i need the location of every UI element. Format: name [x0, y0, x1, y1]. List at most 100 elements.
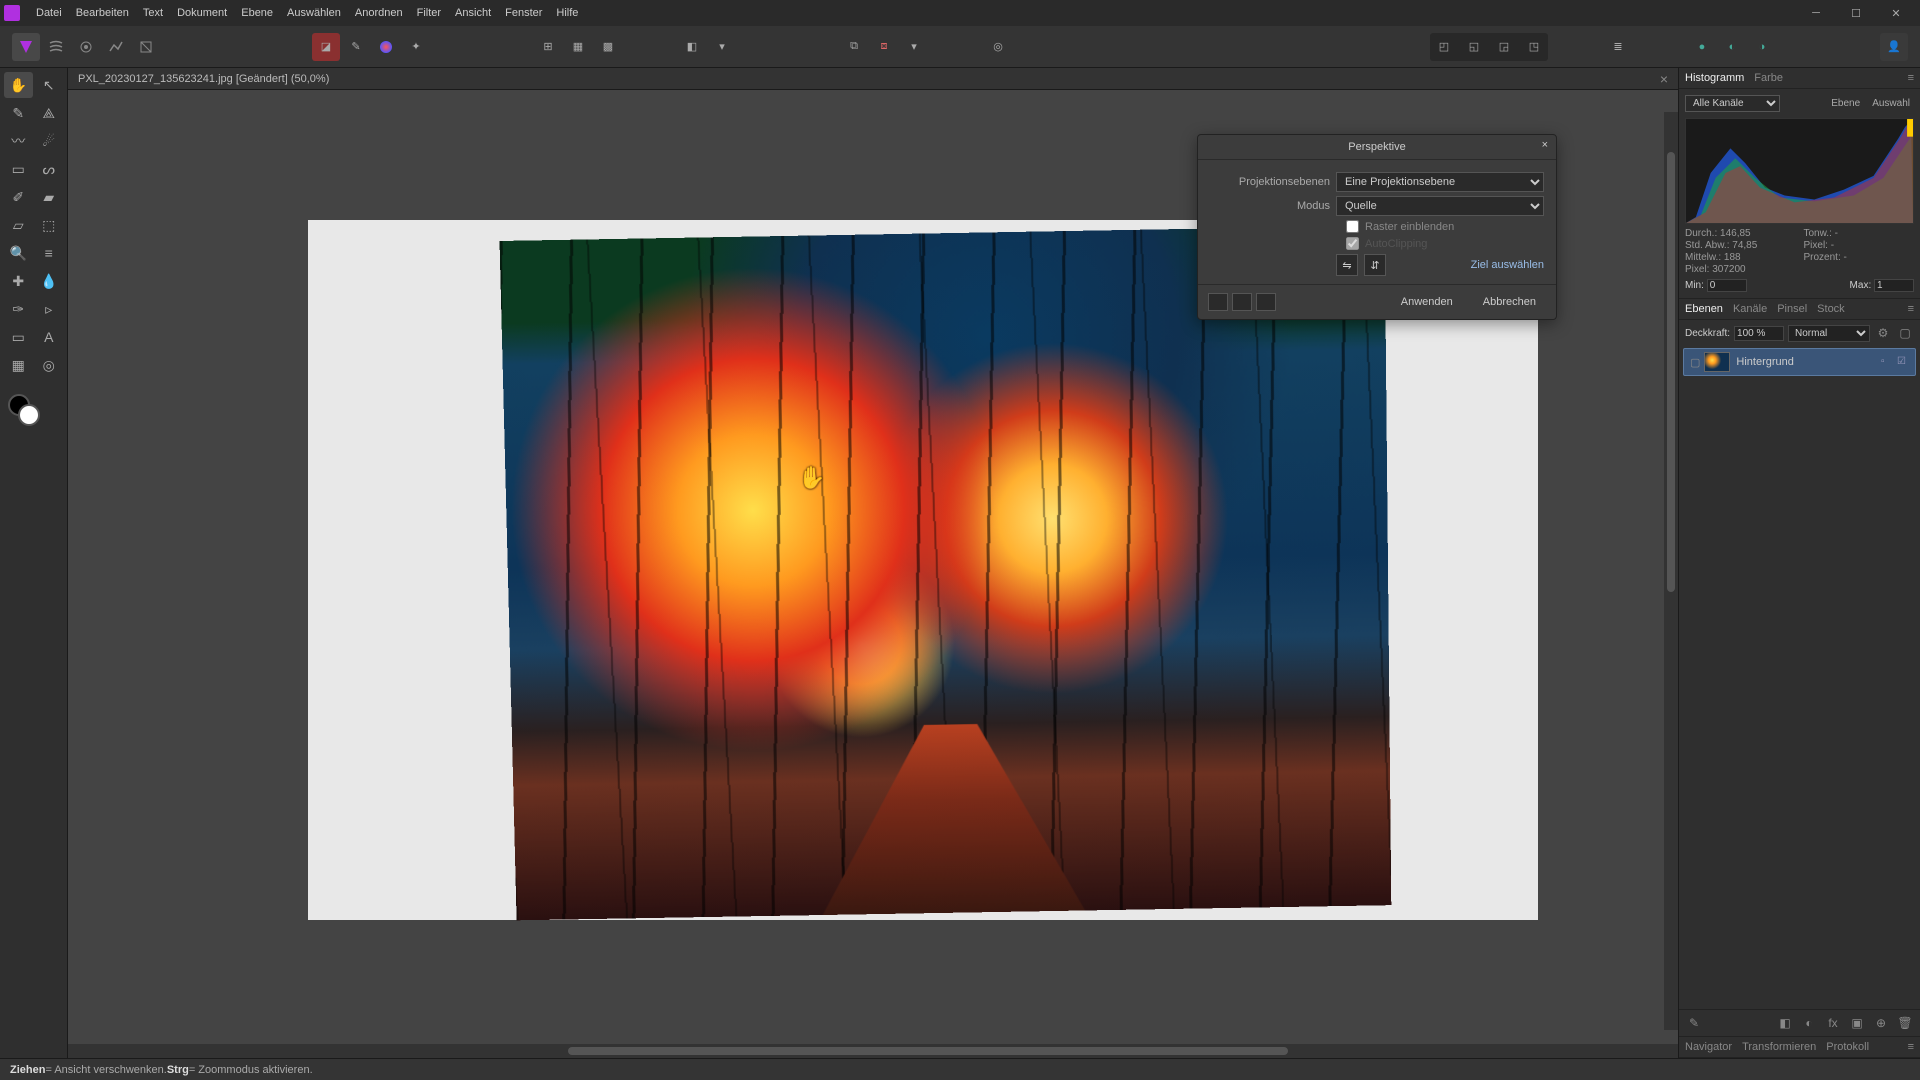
close-tab-icon[interactable]: × [1660, 71, 1668, 87]
beforeafter-2-icon[interactable] [1232, 293, 1252, 311]
maximize-button[interactable]: ☐ [1836, 0, 1876, 26]
color-wheel-icon[interactable] [372, 33, 400, 61]
flood-tool-icon[interactable]: ☄ [35, 128, 64, 154]
layer-check-icon[interactable]: ☑ [1897, 356, 1909, 368]
menu-ansicht[interactable]: Ansicht [455, 7, 491, 19]
persona-export-icon[interactable] [132, 33, 160, 61]
cloud1-icon[interactable]: ● [1688, 33, 1716, 61]
color-swatches[interactable] [4, 390, 63, 430]
tab-stock[interactable]: Stock [1817, 303, 1845, 315]
mesh-tool-icon[interactable]: ▦ [4, 352, 33, 378]
layer-vis-icon[interactable]: ▢ [1690, 356, 1700, 369]
text-tool-icon[interactable]: A [35, 324, 64, 350]
group-icon[interactable]: ▣ [1848, 1014, 1866, 1032]
select-target-link[interactable]: Ziel auswählen [1471, 259, 1544, 271]
clone-tool-icon[interactable]: ⬚ [35, 212, 64, 238]
projection-select[interactable]: Eine Projektionsebene [1336, 172, 1544, 192]
layers-menu-icon[interactable]: ≡ [1908, 303, 1914, 315]
menu-auswaehlen[interactable]: Auswählen [287, 7, 341, 19]
dialog-close-icon[interactable]: × [1542, 139, 1548, 151]
grid-mid-icon[interactable]: ▦ [564, 33, 592, 61]
canvas-hscrollbar[interactable] [68, 1044, 1678, 1058]
heal-tool-icon[interactable]: ✚ [4, 268, 33, 294]
grid-dot-icon[interactable]: ⊞ [534, 33, 562, 61]
freehand-tool-icon[interactable]: ᔕ [35, 156, 64, 182]
chevron-down2-icon[interactable]: ▾ [900, 33, 928, 61]
max-input[interactable] [1874, 279, 1914, 292]
tab-protokoll[interactable]: Protokoll [1826, 1041, 1869, 1053]
zoom-tool-icon[interactable]: 🔍 [4, 240, 33, 266]
menu-filter[interactable]: Filter [417, 7, 441, 19]
front-color-swatch[interactable] [18, 404, 40, 426]
grid-dense-icon[interactable]: ▩ [594, 33, 622, 61]
layer-lock-icon[interactable]: ▫ [1881, 356, 1893, 368]
opacity-input[interactable] [1734, 326, 1784, 341]
hand-tool-icon[interactable]: ✋ [4, 72, 33, 98]
chevron-down-icon[interactable]: ▾ [708, 33, 736, 61]
beforeafter-3-icon[interactable] [1256, 293, 1276, 311]
cloud3-icon[interactable]: ◑ [1748, 33, 1776, 61]
canvas-vscrollbar[interactable] [1664, 112, 1678, 1030]
flip-v-icon[interactable]: ⇵ [1364, 254, 1386, 276]
layer-fx-icon[interactable]: ▢ [1896, 324, 1914, 342]
persona-tone-icon[interactable] [102, 33, 130, 61]
layer-edit-icon[interactable]: ✎ [1685, 1014, 1703, 1032]
blur-tool-icon[interactable]: 💧 [35, 268, 64, 294]
minimize-button[interactable]: ─ [1796, 0, 1836, 26]
mask-icon[interactable]: ◧ [1776, 1014, 1794, 1032]
trash-icon[interactable]: 🗑 [1896, 1014, 1914, 1032]
align-3-icon[interactable]: ◲ [1490, 33, 1518, 61]
stack-icon[interactable]: ⧈ [870, 33, 898, 61]
dialog-titlebar[interactable]: Perspektive × [1198, 135, 1556, 160]
auswahl-button[interactable]: Auswahl [1868, 97, 1914, 110]
nav-menu-icon[interactable]: ≡ [1908, 1041, 1914, 1053]
crop-tool-icon[interactable]: ⟁ [35, 100, 64, 126]
cancel-button[interactable]: Abbrechen [1473, 293, 1546, 311]
adjust-icon[interactable]: ◐ [1800, 1014, 1818, 1032]
menu-bearbeiten[interactable]: Bearbeiten [76, 7, 129, 19]
rect-marquee-tool-icon[interactable]: ▭ [4, 156, 33, 182]
move-tool-icon[interactable]: ↖ [35, 72, 64, 98]
node-tool-icon[interactable]: ▹ [35, 296, 64, 322]
quicklook-icon[interactable]: ◧ [678, 33, 706, 61]
persona-photo-icon[interactable] [12, 33, 40, 61]
crop-icon[interactable]: ⧉ [840, 33, 868, 61]
apply-button[interactable]: Anwenden [1391, 293, 1463, 311]
menu-text[interactable]: Text [143, 7, 163, 19]
tab-histogramm[interactable]: Histogramm [1685, 72, 1744, 84]
tab-ebenen[interactable]: Ebenen [1685, 303, 1723, 315]
tab-transform[interactable]: Transformieren [1742, 1041, 1816, 1053]
colorpicker-tool-icon[interactable]: ✎ [4, 100, 33, 126]
flip-h-icon[interactable]: ⇋ [1336, 254, 1358, 276]
mode-select[interactable]: Quelle [1336, 196, 1544, 216]
menu-anordnen[interactable]: Anordnen [355, 7, 403, 19]
assist-icon[interactable]: ≣ [1604, 33, 1632, 61]
menu-fenster[interactable]: Fenster [505, 7, 542, 19]
layer-item[interactable]: ▢ Hintergrund ▫ ☑ [1683, 348, 1916, 376]
selection-brush-tool-icon[interactable]: 〰 [4, 128, 33, 154]
align-2-icon[interactable]: ◱ [1460, 33, 1488, 61]
stack-tool-icon[interactable]: ≡ [35, 240, 64, 266]
persona-develop-icon[interactable] [72, 33, 100, 61]
document-tab[interactable]: PXL_20230127_135623241.jpg [Geändert] (5… [68, 68, 1678, 90]
align-4-icon[interactable]: ◳ [1520, 33, 1548, 61]
eraser-tool-icon[interactable]: ▱ [4, 212, 33, 238]
photo-icon[interactable]: ◪ [312, 33, 340, 61]
min-input[interactable] [1707, 279, 1747, 292]
addlayer-icon[interactable]: ⊕ [1872, 1014, 1890, 1032]
channel-select[interactable]: Alle Kanäle [1685, 95, 1780, 112]
account-icon[interactable]: 👤 [1880, 33, 1908, 61]
menu-dokument[interactable]: Dokument [177, 7, 227, 19]
shape-tool-icon[interactable]: ▭ [4, 324, 33, 350]
ebene-button[interactable]: Ebene [1827, 97, 1864, 110]
layer-cog-icon[interactable]: ⚙ [1874, 324, 1892, 342]
fill-tool-icon[interactable]: ▰ [35, 184, 64, 210]
close-button[interactable]: ✕ [1876, 0, 1916, 26]
menu-ebene[interactable]: Ebene [241, 7, 273, 19]
grid-checkbox[interactable] [1346, 220, 1359, 233]
camera-icon[interactable]: ◎ [984, 33, 1012, 61]
autocolor-icon[interactable]: ✦ [402, 33, 430, 61]
brush-tool-icon[interactable]: ✐ [4, 184, 33, 210]
tab-navigator[interactable]: Navigator [1685, 1041, 1732, 1053]
wand-icon[interactable]: ✎ [342, 33, 370, 61]
